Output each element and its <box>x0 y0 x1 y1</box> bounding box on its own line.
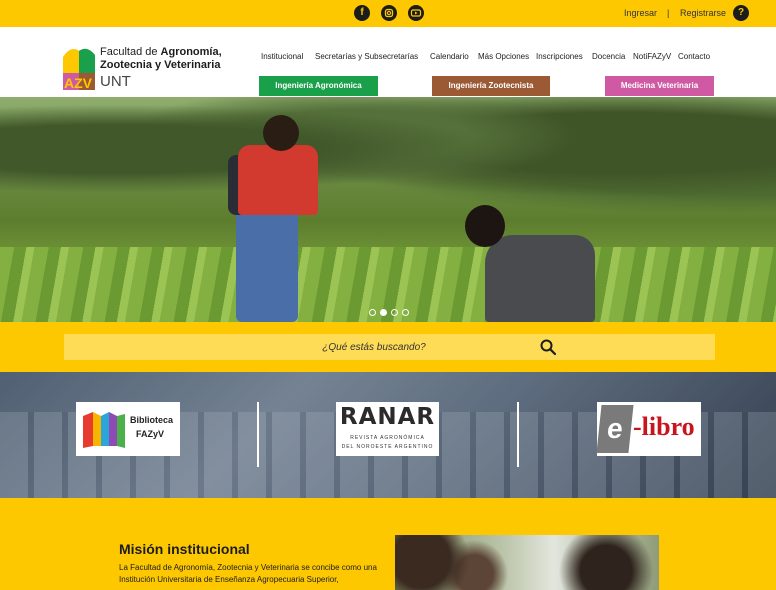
career-veterinaria-button[interactable]: Medicina Veterinaria <box>605 76 714 96</box>
help-icon[interactable]: ? <box>733 5 749 21</box>
logo-title-line1: Facultad de Agronomía, <box>100 46 222 58</box>
career-agronomica-button[interactable]: Ingeniería Agronómica <box>259 76 378 96</box>
instagram-icon[interactable] <box>381 5 397 21</box>
facebook-icon[interactable]: f <box>354 5 370 21</box>
nav-item-docencia[interactable]: Docencia <box>592 52 625 61</box>
ranar-link[interactable]: RANAR REVISTA AGRONÓMICA DEL NOROESTE AR… <box>336 402 439 456</box>
ranar-subtitle-2: DEL NOROESTE ARGENTINO <box>341 444 434 450</box>
carousel-dot-4[interactable] <box>402 309 409 316</box>
site-header: AZV Facultad de Agronomía, Zootecnia y V… <box>0 27 776 97</box>
nav-item-institucional[interactable]: Institucional <box>261 52 303 61</box>
nav-item-contacto[interactable]: Contacto <box>678 52 710 61</box>
carousel-dots <box>369 309 413 317</box>
carousel-dot-1[interactable] <box>369 309 376 316</box>
hero-person-kneeling <box>455 205 595 322</box>
hero-trees <box>0 97 776 227</box>
mission-section: Misión institucional La Facultad de Agro… <box>0 498 776 590</box>
biblioteca-label: Biblioteca <box>130 415 174 425</box>
faculty-logo-icon[interactable]: AZV <box>63 45 95 90</box>
nav-item-secretarias[interactable]: Secretarías y Subsecretarías <box>315 52 418 61</box>
elibro-link[interactable]: e -libro <box>596 402 701 456</box>
elibro-logo: -libro <box>633 412 695 441</box>
ranar-logo: RANAR <box>339 404 436 430</box>
top-bar: f Ingresar | Registrarse ? <box>0 0 776 27</box>
carousel-dot-3[interactable] <box>391 309 398 316</box>
search-box <box>64 334 715 360</box>
register-link[interactable]: Registrarse <box>680 8 726 18</box>
mission-title: Misión institucional <box>119 541 250 557</box>
elibro-mark: e <box>596 405 634 453</box>
logo-unt: UNT <box>100 73 131 90</box>
hero-person-standing <box>228 115 318 322</box>
mission-photo <box>395 535 659 590</box>
books-icon <box>83 412 125 448</box>
nav-item-inscripciones[interactable]: Inscripciones <box>536 52 583 61</box>
hero-carousel[interactable] <box>0 97 776 322</box>
nav-item-notifazyv[interactable]: NotiFAZyV <box>633 52 671 61</box>
topbar-separator: | <box>667 8 670 18</box>
logo-title-line2: Zootecnia y Veterinaria <box>100 59 221 71</box>
nav-item-mas-opciones[interactable]: Más Opciones <box>478 52 529 61</box>
resources-band: Biblioteca FAZyV RANAR REVISTA AGRONÓMIC… <box>0 372 776 498</box>
biblioteca-sublabel: FAZyV <box>136 429 165 439</box>
biblioteca-link[interactable]: Biblioteca FAZyV <box>76 402 180 456</box>
search-icon[interactable] <box>539 338 557 356</box>
carousel-dot-2[interactable] <box>380 309 387 316</box>
resources-divider <box>517 402 519 467</box>
search-input[interactable] <box>64 334 664 360</box>
mission-text: La Facultad de Agronomía, Zootecnia y Ve… <box>119 563 377 584</box>
nav-item-calendario[interactable]: Calendario <box>430 52 469 61</box>
career-zootecnista-button[interactable]: Ingeniería Zootecnista <box>432 76 550 96</box>
ranar-subtitle-1: REVISTA AGRONÓMICA <box>350 435 425 441</box>
svg-text:AZV: AZV <box>64 75 93 90</box>
resources-divider <box>257 402 259 467</box>
youtube-icon[interactable] <box>408 5 424 21</box>
login-link[interactable]: Ingresar <box>624 8 657 18</box>
search-band <box>0 322 776 372</box>
logo-title-prefix: Facultad de <box>100 46 161 58</box>
logo-title-bold: Agronomía, <box>160 46 222 58</box>
